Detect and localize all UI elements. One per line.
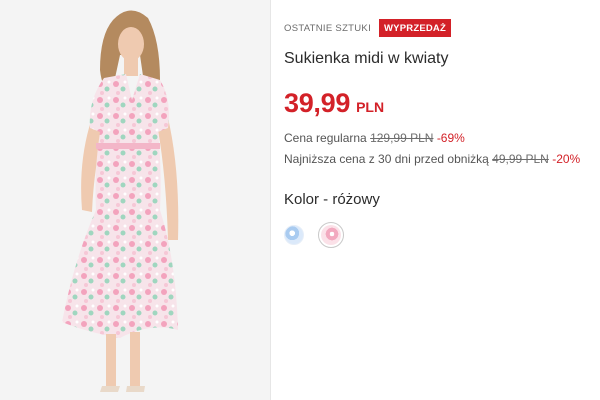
regular-price-label: Cena regularna bbox=[284, 131, 367, 145]
last-items-badge: OSTATNIE SZTUKI bbox=[284, 22, 372, 34]
lowest-price-line: Najniższa cena z 30 dni przed obniżką 49… bbox=[284, 152, 580, 166]
lowest-price-discount: -20% bbox=[552, 152, 581, 166]
swatch-blue-floral[interactable] bbox=[284, 225, 304, 245]
product-title: Sukienka midi w kwiaty bbox=[284, 50, 449, 67]
regular-price-old: 129,99 PLN bbox=[370, 131, 434, 145]
lowest-price-label: Najniższa cena z 30 dni przed obniżką bbox=[284, 152, 489, 166]
sale-badge: WYPRZEDAŻ bbox=[379, 19, 451, 37]
color-label: Kolor - różowy bbox=[284, 191, 380, 208]
color-swatches bbox=[284, 222, 344, 248]
swatch-pink-floral[interactable] bbox=[321, 225, 341, 245]
column-divider bbox=[270, 0, 271, 400]
price-currency: PLN bbox=[356, 99, 385, 115]
product-image[interactable] bbox=[0, 0, 270, 400]
dress-photo bbox=[62, 10, 179, 392]
lowest-price-old: 49,99 PLN bbox=[492, 152, 549, 166]
price-value: 39,99 bbox=[284, 88, 351, 118]
product-info: OSTATNIE SZTUKI WYPRZEDAŻ Sukienka midi … bbox=[284, 0, 594, 400]
regular-price-discount: -69% bbox=[436, 131, 465, 145]
regular-price-line: Cena regularna 129,99 PLN -69% bbox=[284, 131, 465, 145]
current-price: 39,99 PLN bbox=[284, 88, 384, 119]
badges: OSTATNIE SZTUKI WYPRZEDAŻ bbox=[284, 19, 451, 37]
swatch-pink-floral-selected[interactable] bbox=[318, 222, 344, 248]
